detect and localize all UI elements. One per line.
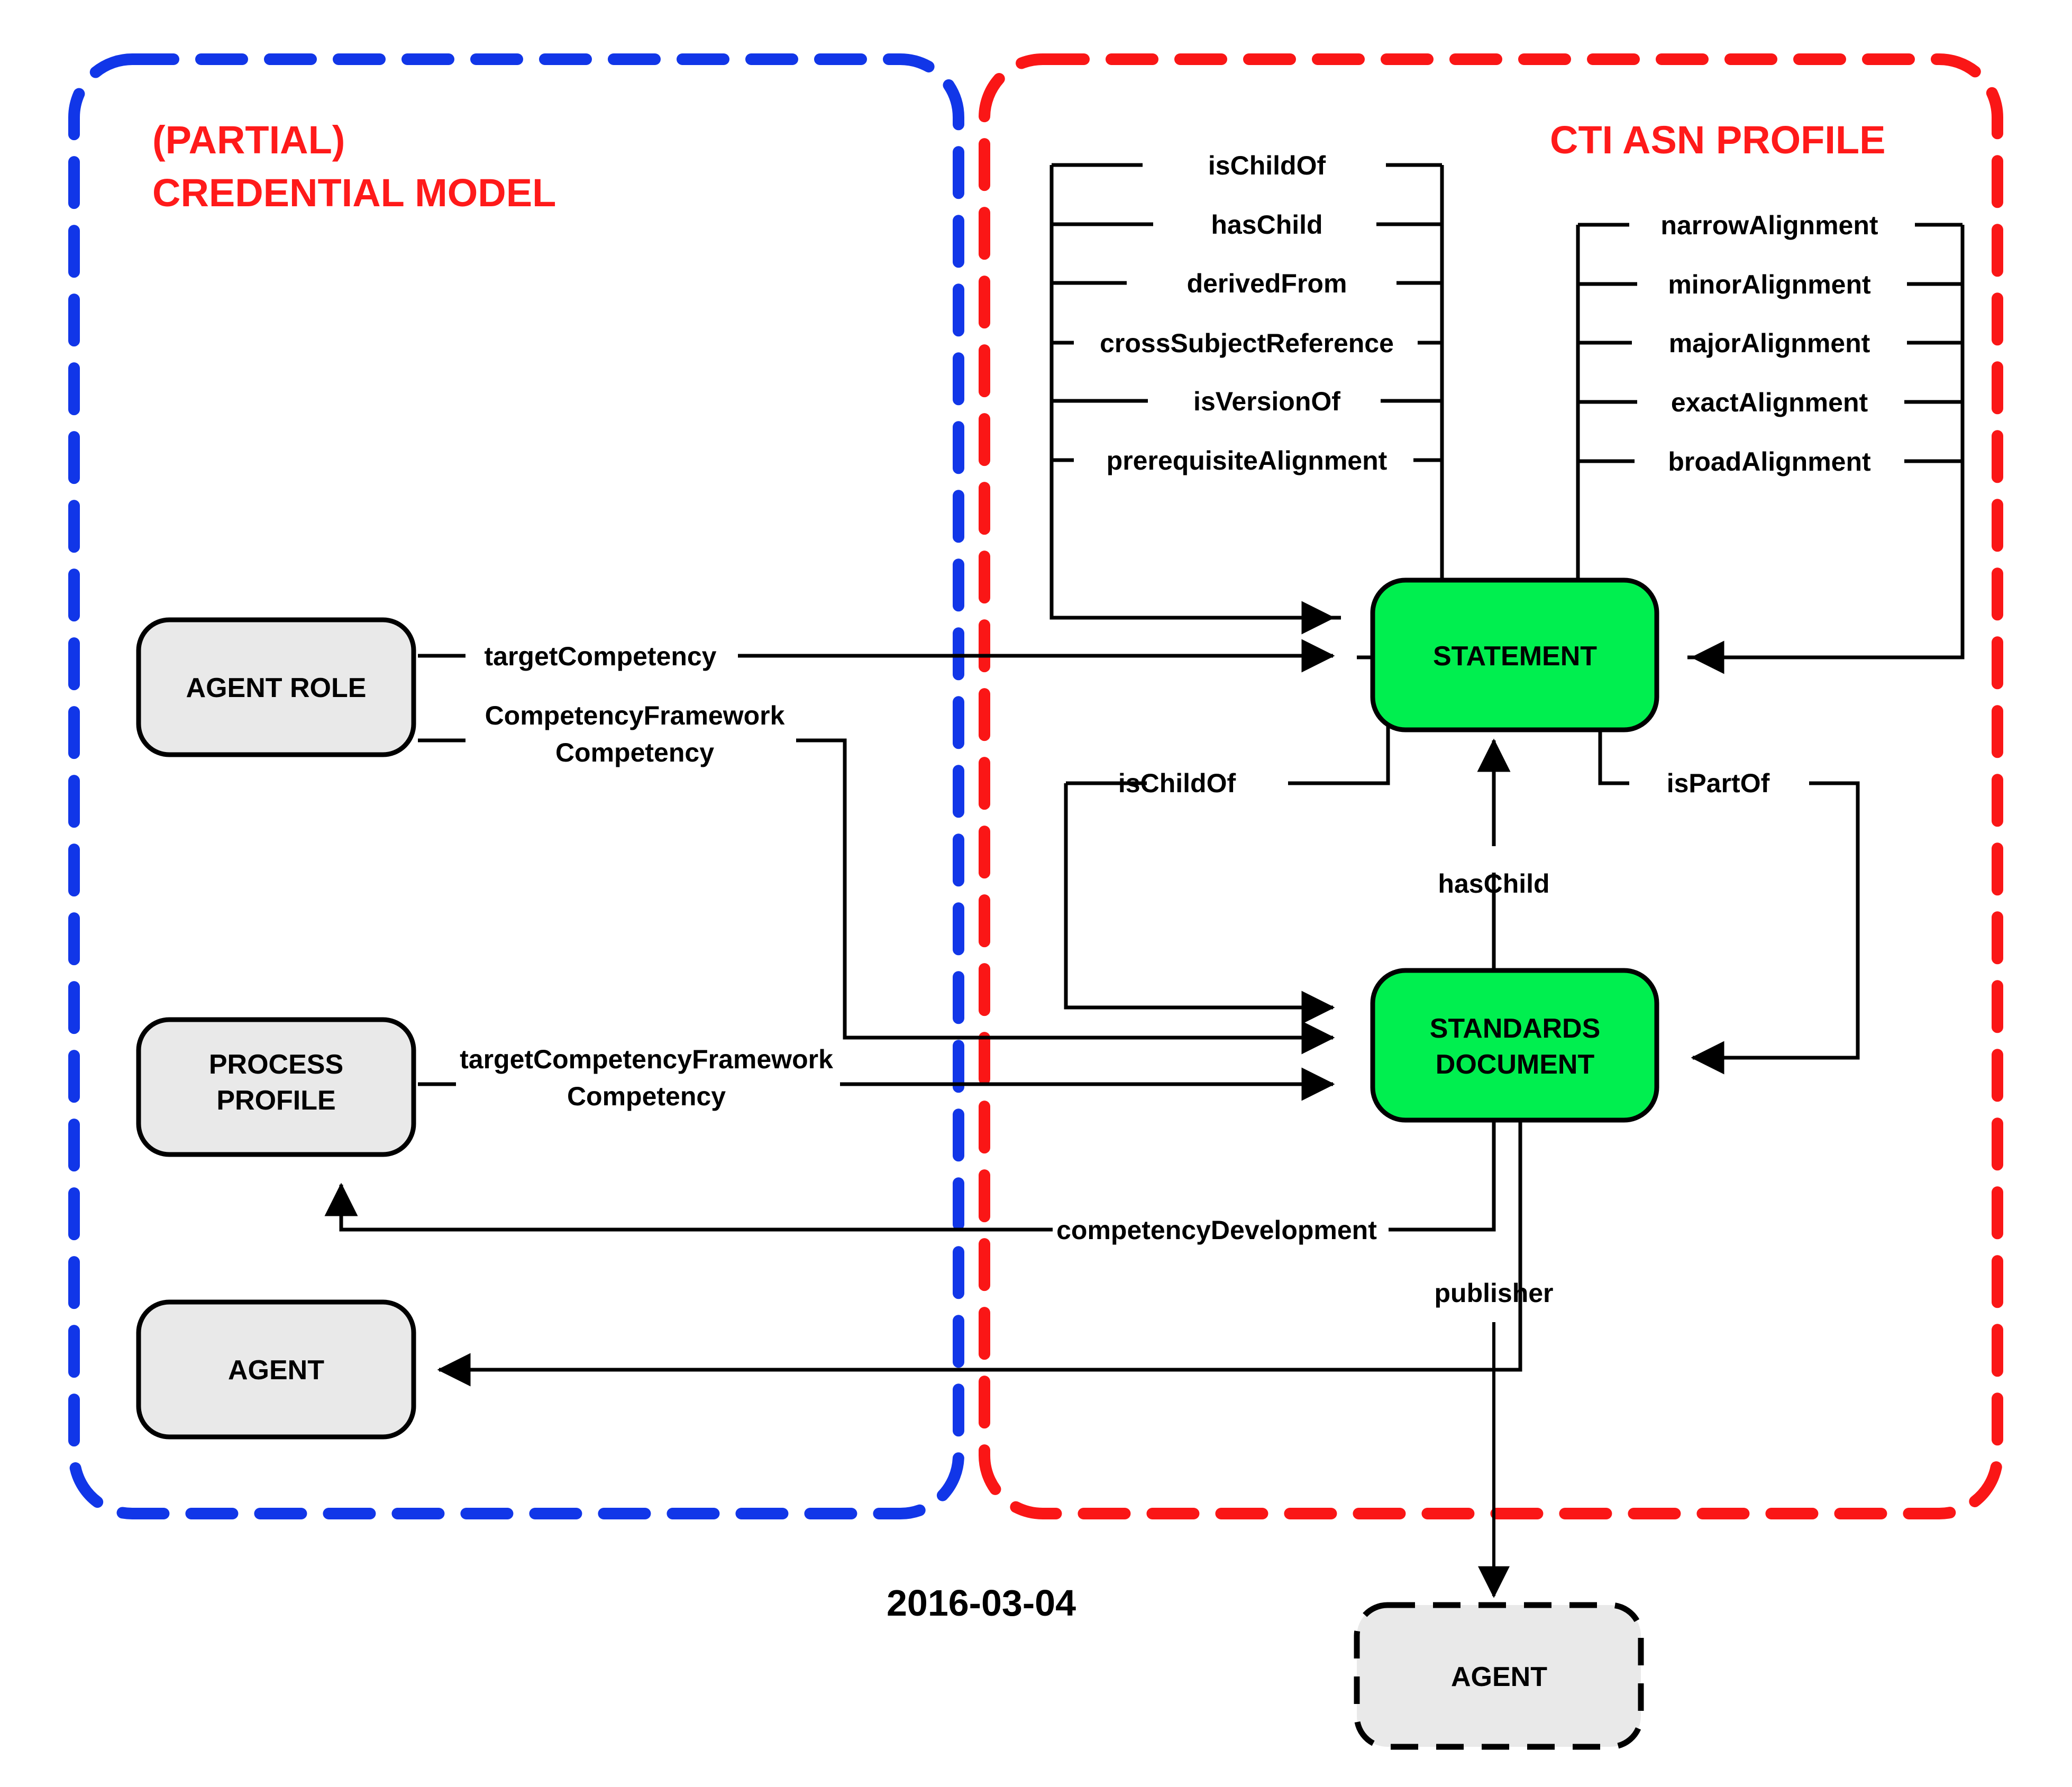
alignment-label-4: broadAlignment	[1668, 447, 1871, 476]
competency-development-rail	[1389, 1113, 1496, 1232]
diagram-date: 2016-03-04	[887, 1582, 1076, 1624]
is-part-of-edge	[1691, 781, 1860, 1075]
node-agent-role-label: AGENT ROLE	[186, 673, 367, 703]
competency-framework-label-line1: CompetencyFramework	[485, 701, 785, 730]
alignment-label-3: exactAlignment	[1671, 388, 1868, 417]
node-standards-document-shape[interactable]	[1370, 968, 1659, 1123]
credential-model-title-line1: (PARTIAL)	[152, 118, 345, 162]
competency-development-edge	[324, 1183, 1053, 1232]
node-standards-document-label-line2: DOCUMENT	[1436, 1049, 1595, 1080]
has-child-label: hasChild	[1438, 869, 1549, 899]
node-process-profile-label-line2: PROFILE	[216, 1085, 335, 1116]
credential-model-title-line2: CREDENTIAL MODEL	[152, 171, 556, 215]
alignment-label-2: majorAlignment	[1669, 328, 1870, 358]
competency-framework-label-line2: Competency	[555, 738, 714, 767]
alignment-label-1: minorAlignment	[1668, 270, 1871, 299]
node-process-profile[interactable]: PROCESS PROFILE	[136, 1017, 416, 1157]
target-competency-label: targetCompetency	[485, 642, 717, 671]
self-relation-label-0: isChildOf	[1208, 151, 1326, 180]
self-relation-label-2: derivedFrom	[1187, 269, 1347, 298]
is-part-of-label: isPartOf	[1667, 768, 1770, 798]
node-agent-bottom[interactable]: AGENT	[1354, 1602, 1644, 1750]
diagram-svg: (PARTIAL) CREDENTIAL MODEL CTI ASN PROFI…	[68, 53, 2003, 1750]
node-agent-bottom-label: AGENT	[1451, 1662, 1547, 1692]
node-standards-document-label-line1: STANDARDS	[1430, 1013, 1601, 1044]
node-standards-document[interactable]: STANDARDS DOCUMENT	[1370, 968, 1659, 1123]
node-agent-left-label: AGENT	[228, 1355, 324, 1386]
credential-model-panel-border	[68, 53, 964, 1519]
diagram-canvas: (PARTIAL) CREDENTIAL MODEL CTI ASN PROFI…	[0, 0, 2072, 1787]
self-relation-label-5: prerequisiteAlignment	[1107, 446, 1388, 475]
node-agent-left[interactable]: AGENT	[136, 1299, 416, 1440]
node-agent-role[interactable]: AGENT ROLE	[136, 617, 416, 757]
node-statement[interactable]: STATEMENT	[1370, 578, 1659, 732]
self-relation-label-4: isVersionOf	[1193, 387, 1340, 416]
target-competency-framework-label-line1: targetCompetencyFramework	[460, 1044, 833, 1074]
cti-asn-profile-title: CTI ASN PROFILE	[1550, 118, 1886, 162]
self-relation-label-3: crossSubjectReference	[1100, 328, 1394, 358]
node-statement-label: STATEMENT	[1433, 641, 1597, 672]
alignment-label-0: narrowAlignment	[1660, 210, 1878, 240]
is-child-of-edge	[1064, 783, 1335, 1024]
node-process-profile-label-line1: PROCESS	[209, 1049, 343, 1080]
publisher-label: publisher	[1434, 1278, 1553, 1308]
target-competency-framework-label-line2: Competency	[567, 1082, 726, 1111]
self-relation-label-1: hasChild	[1211, 210, 1322, 240]
competency-development-label: competencyDevelopment	[1056, 1215, 1377, 1245]
